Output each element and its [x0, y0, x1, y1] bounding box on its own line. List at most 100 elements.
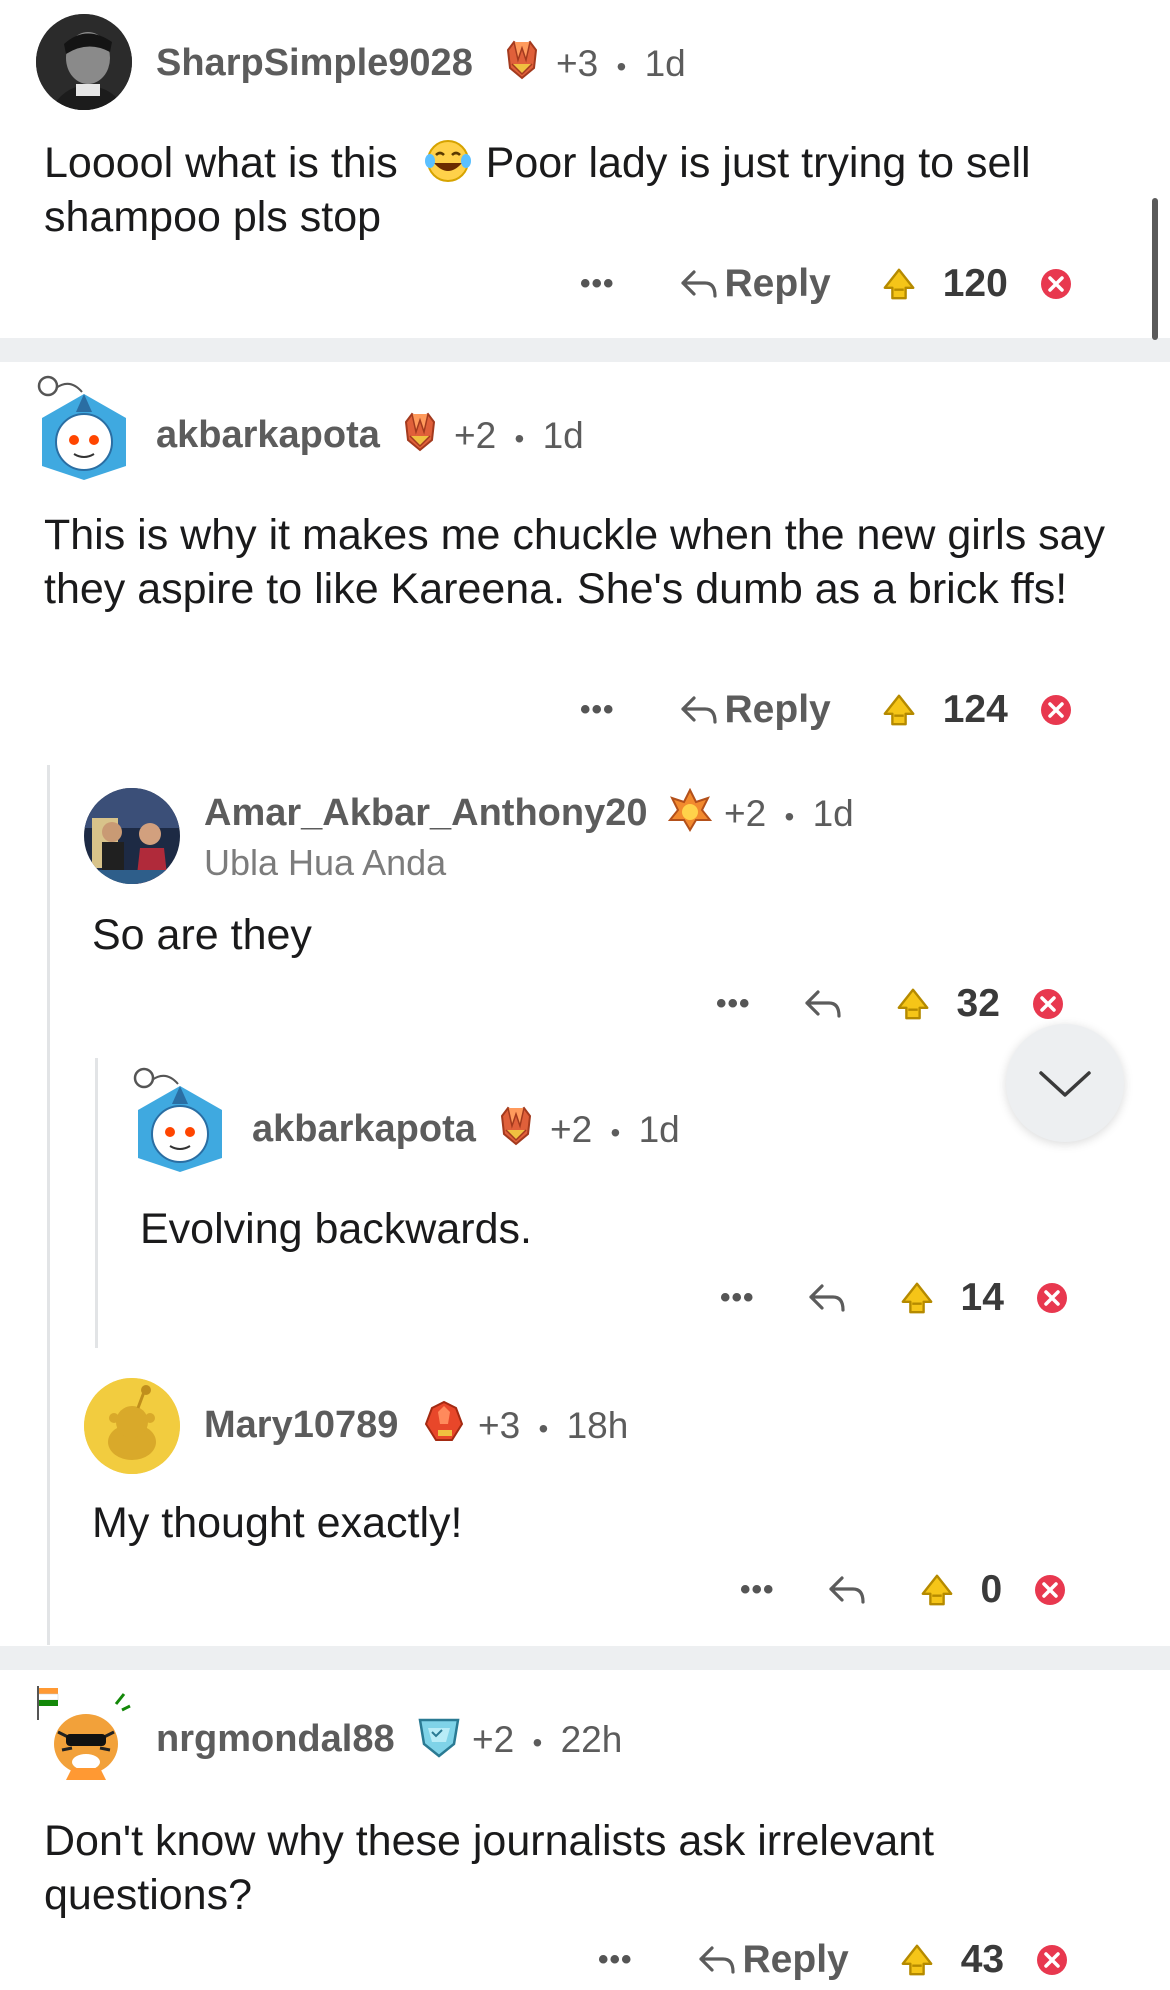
more-options-button[interactable]: •••: [598, 1943, 633, 1977]
username[interactable]: Mary10789: [204, 1404, 398, 1447]
karma: +3: [478, 1405, 521, 1446]
achievement-badge-icon: [405, 413, 435, 451]
timestamp: 1d: [638, 1109, 680, 1150]
reply-button[interactable]: Reply: [695, 1938, 849, 1982]
reply-icon: [680, 696, 717, 724]
timestamp: 18h: [566, 1405, 629, 1446]
upvote-icon[interactable]: [919, 1572, 955, 1608]
downvote-icon[interactable]: [1038, 692, 1074, 728]
thread-line[interactable]: [95, 1058, 98, 1348]
comment-body: So are they: [92, 911, 312, 959]
comment-actions: ••• Reply 124: [580, 680, 1074, 740]
comment-meta: +3 • 18h: [478, 1405, 628, 1447]
avatar[interactable]: [84, 1378, 180, 1474]
comment-body: Looool what is this Poor lady is just tr…: [44, 136, 1124, 244]
comment-actions: ••• 32: [716, 974, 1066, 1034]
achievement-badge-icon: [418, 1718, 460, 1758]
avatar[interactable]: [36, 372, 132, 482]
vote-count: 14: [960, 1276, 1004, 1319]
timestamp: 22h: [560, 1719, 623, 1760]
vote-count: 32: [956, 982, 1000, 1025]
comment-meta: +3 • 1d: [556, 43, 686, 85]
karma: +3: [556, 43, 599, 84]
section-divider: [0, 1646, 1170, 1670]
downvote-icon[interactable]: [1032, 1572, 1068, 1608]
downvote-icon[interactable]: [1030, 986, 1066, 1022]
reply-label: Reply: [724, 262, 831, 305]
upvote-icon[interactable]: [881, 692, 917, 728]
scrollbar[interactable]: [1152, 198, 1158, 340]
achievement-badge-icon: [501, 1107, 531, 1145]
comment-body: This is why it makes me chuckle when the…: [44, 511, 1106, 613]
upvote-icon[interactable]: [881, 266, 917, 302]
comment-actions: ••• Reply 43: [598, 1930, 1070, 1990]
comment-body: Evolving backwards.: [140, 1205, 532, 1253]
username[interactable]: Amar_Akbar_Anthony20: [204, 792, 647, 835]
avatar[interactable]: [132, 1064, 228, 1174]
comment-meta: +2 • 1d: [454, 415, 584, 457]
karma: +2: [724, 793, 767, 834]
vote-count: 120: [942, 262, 1008, 305]
reply-label: Reply: [724, 688, 831, 731]
downvote-icon[interactable]: [1038, 266, 1074, 302]
more-options-button[interactable]: •••: [580, 693, 615, 727]
upvote-icon[interactable]: [899, 1942, 935, 1978]
vote-count: 0: [980, 1568, 1003, 1611]
chevron-down-icon: [1039, 1071, 1091, 1097]
laughing-emoji-icon: [422, 139, 474, 183]
dot-separator: •: [610, 1117, 621, 1148]
comment-meta: +2 • 22h: [472, 1719, 622, 1761]
more-options-button[interactable]: •••: [720, 1281, 755, 1315]
dot-separator: •: [538, 1413, 549, 1444]
achievement-badge-icon: [668, 788, 712, 832]
comment-meta: +2 • 1d: [724, 793, 854, 835]
comment-actions: ••• 0: [740, 1560, 1068, 1620]
achievement-badge-icon: [507, 41, 537, 79]
timestamp: 1d: [542, 415, 584, 456]
achievement-badge-icon: [424, 1400, 464, 1441]
comment-actions: ••• 14: [720, 1268, 1070, 1328]
avatar[interactable]: [36, 1680, 132, 1790]
avatar[interactable]: [36, 14, 132, 110]
reply-icon[interactable]: [825, 1572, 869, 1608]
username[interactable]: akbarkapota: [156, 414, 380, 457]
collapse-thread-button[interactable]: [1006, 1024, 1124, 1142]
username[interactable]: nrgmondal88: [156, 1718, 395, 1761]
dot-separator: •: [514, 423, 525, 454]
reply-icon: [680, 270, 717, 298]
vote-count: 124: [942, 688, 1008, 731]
more-options-button[interactable]: •••: [716, 987, 751, 1021]
comment-body: My thought exactly!: [92, 1499, 463, 1547]
section-divider: [0, 338, 1170, 362]
reply-label: Reply: [742, 1938, 849, 1981]
reply-icon[interactable]: [805, 1280, 849, 1316]
user-flair: Ubla Hua Anda: [204, 842, 447, 883]
reply-button[interactable]: Reply: [677, 262, 831, 306]
username[interactable]: akbarkapota: [252, 1108, 476, 1151]
timestamp: 1d: [812, 793, 854, 834]
comment-text: Looool what is this: [44, 139, 398, 187]
avatar[interactable]: [84, 788, 180, 884]
karma: +2: [550, 1109, 593, 1150]
upvote-icon[interactable]: [899, 1280, 935, 1316]
dot-separator: •: [532, 1727, 543, 1758]
dot-separator: •: [784, 801, 795, 832]
more-options-button[interactable]: •••: [740, 1573, 775, 1607]
karma: +2: [472, 1719, 515, 1760]
username[interactable]: SharpSimple9028: [156, 42, 473, 85]
reply-button[interactable]: Reply: [677, 688, 831, 732]
upvote-icon[interactable]: [895, 986, 931, 1022]
timestamp: 1d: [644, 43, 686, 84]
comment-body: Don't know why these journalists ask irr…: [44, 1817, 935, 1919]
reply-icon: [698, 1946, 735, 1974]
comment-actions: ••• Reply 120: [580, 254, 1074, 314]
dot-separator: •: [616, 51, 627, 82]
downvote-icon[interactable]: [1034, 1280, 1070, 1316]
downvote-icon[interactable]: [1034, 1942, 1070, 1978]
thread-line[interactable]: [47, 765, 50, 1645]
comment-meta: +2 • 1d: [550, 1109, 680, 1151]
vote-count: 43: [960, 1938, 1005, 1981]
reply-icon[interactable]: [801, 986, 845, 1022]
more-options-button[interactable]: •••: [580, 267, 615, 301]
karma: +2: [454, 415, 497, 456]
